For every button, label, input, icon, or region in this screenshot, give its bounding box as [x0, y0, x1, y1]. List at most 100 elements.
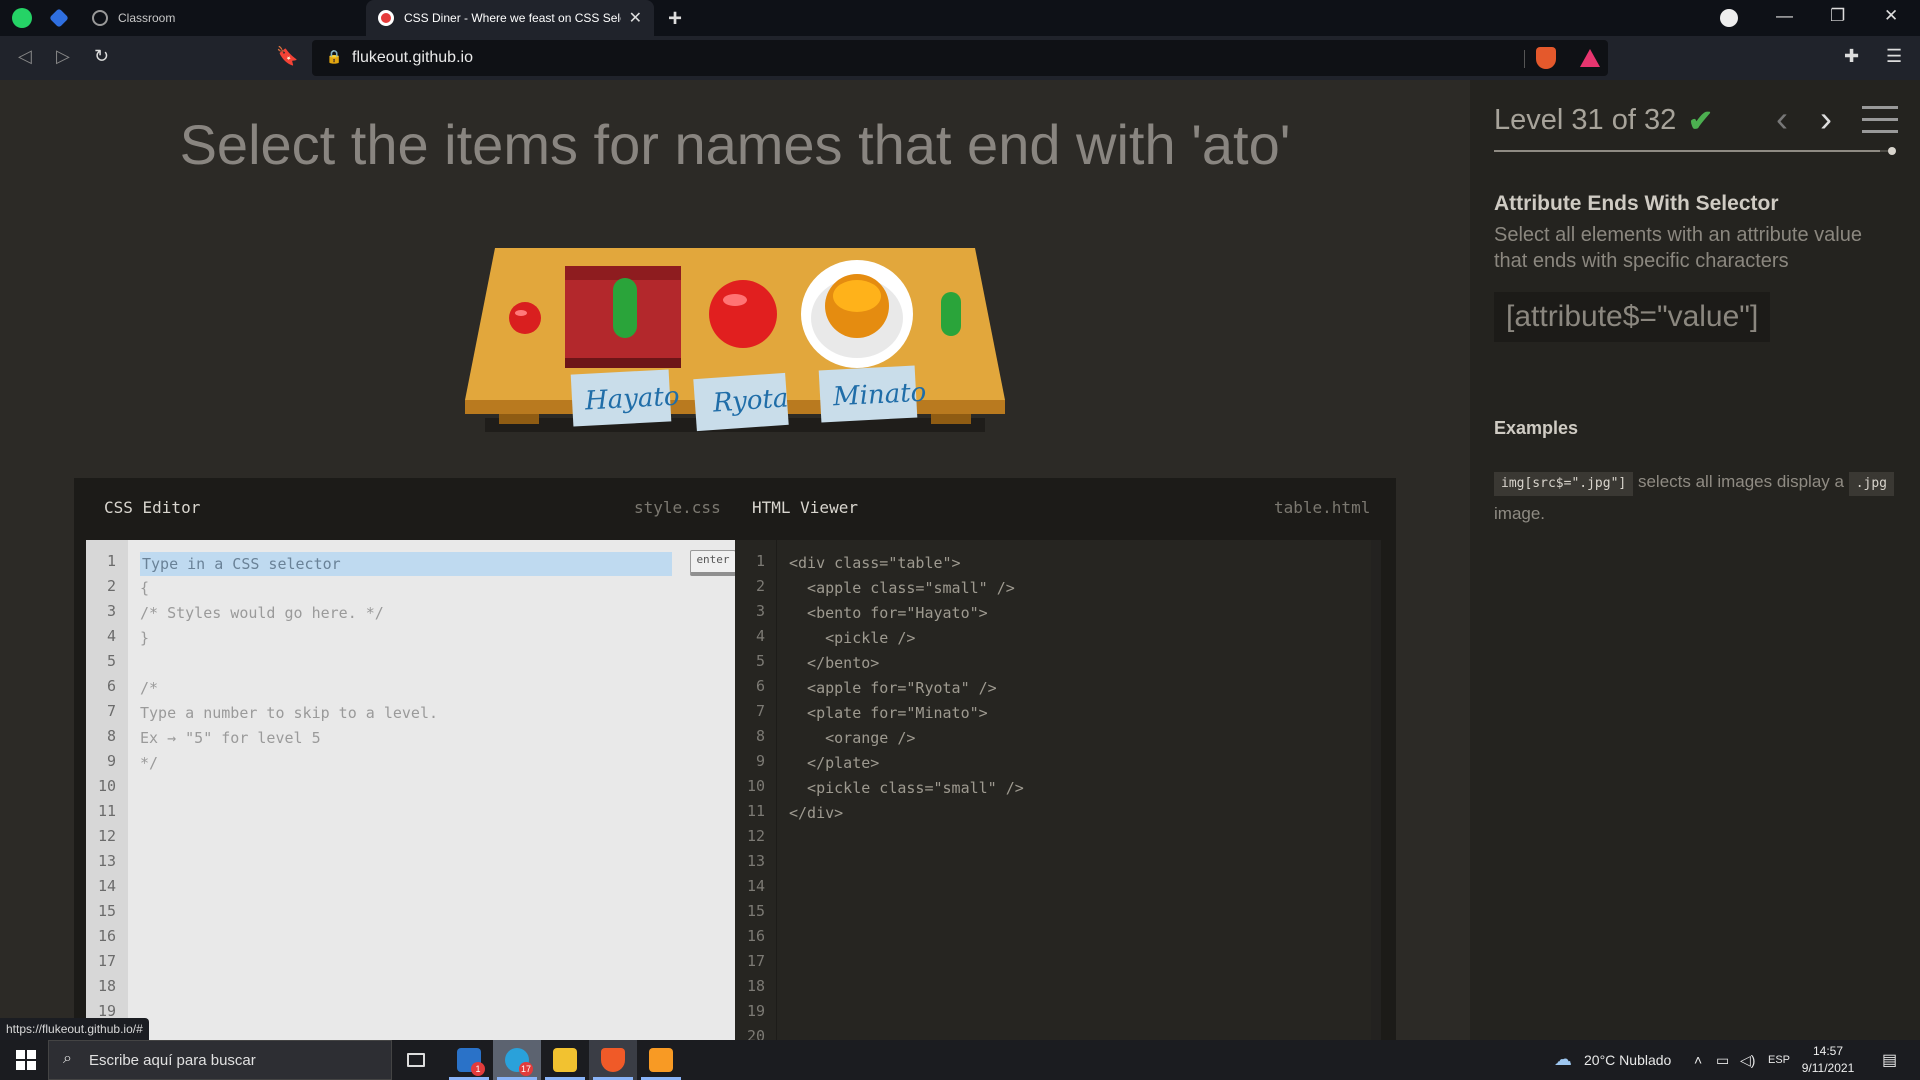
next-level-button[interactable]: ›	[1820, 98, 1832, 140]
folder-icon	[553, 1048, 577, 1072]
weather-text[interactable]: 20°C Nublado	[1584, 1052, 1671, 1068]
back-button[interactable]: ◁	[18, 46, 32, 67]
address-bar[interactable]: 🔒 flukeout.github.io	[312, 40, 1608, 76]
task-view-button[interactable]	[392, 1040, 440, 1080]
browser-tab-bar: Classroom CSS Diner - Where we feast on …	[0, 0, 1920, 36]
css-line-number: 9	[106, 752, 116, 770]
css-line-number: 5	[106, 652, 116, 670]
new-tab-button[interactable]: +	[668, 5, 682, 33]
file-explorer-app[interactable]	[541, 1040, 589, 1080]
reload-button[interactable]: ↻	[94, 46, 109, 67]
html-line-number: 6	[755, 677, 765, 695]
restore-button[interactable]: ❐	[1830, 6, 1845, 26]
css-selector-input[interactable]	[140, 552, 672, 576]
html-code-line[interactable]: <apple class="small" />	[789, 579, 1015, 597]
forward-button[interactable]: ▷	[56, 46, 70, 67]
table-leg-right	[931, 414, 971, 424]
task-view-icon	[407, 1053, 425, 1067]
examples-heading: Examples	[1494, 418, 1579, 438]
order-instruction: Select the items for names that end with…	[179, 113, 1291, 176]
css-line-number: 6	[106, 677, 116, 695]
html-viewer-scrollbar[interactable]	[1371, 540, 1381, 1040]
css-line-number: 16	[97, 927, 116, 945]
html-code-line[interactable]: </div>	[789, 804, 843, 822]
pinned-tab-icon[interactable]	[49, 8, 69, 28]
telegram-app[interactable]: 17	[493, 1040, 541, 1080]
previous-level-button[interactable]: ‹	[1776, 98, 1788, 140]
apple-highlight	[723, 294, 747, 306]
html-code-line[interactable]: </bento>	[789, 654, 879, 672]
tab-css-diner[interactable]: CSS Diner - Where we feast on CSS Select…	[366, 0, 654, 36]
example-item: img[src$=".jpg"] selects all images disp…	[1494, 466, 1894, 530]
css-line-number: 12	[97, 827, 116, 845]
css-line-number: 10	[97, 777, 116, 795]
clock-date: 9/11/2021	[1801, 1061, 1855, 1075]
css-line-number: 11	[97, 802, 116, 820]
level-sidebar: Level 31 of 32 ✔ ‹ › Attribute Ends With…	[1470, 80, 1920, 1040]
html-code-line[interactable]: <div class="table">	[789, 554, 961, 572]
windows-start-button[interactable]	[16, 1050, 36, 1070]
example-text: selects all images display a	[1637, 472, 1844, 491]
html-code-line[interactable]: <pickle class="small" />	[789, 779, 1024, 797]
browser-nav-bar: ◁ ▷ ↻ 🔖 🔒 flukeout.github.io ✚ ☰	[0, 36, 1920, 80]
battery-icon[interactable]: ▭	[1716, 1052, 1729, 1069]
whatsapp-pinned-tab[interactable]	[12, 8, 32, 28]
browser-menu-icon[interactable]: ☰	[1886, 46, 1902, 67]
html-viewer: 1 2 3 4 5 6 7 8 9 10 11 12 13 14 15 16 17 18 19 20 <div cla…	[735, 540, 1381, 1040]
html-line-number: 4	[755, 627, 765, 645]
divider	[1524, 50, 1525, 68]
css-line-number: 1	[106, 552, 116, 570]
html-code-line[interactable]: <bento for="Hayato">	[789, 604, 988, 622]
notifications-icon[interactable]: ▤	[1882, 1050, 1897, 1070]
small-apple	[509, 302, 541, 334]
enter-button[interactable]: enter	[690, 550, 735, 576]
brave-rewards-icon[interactable]	[1580, 49, 1600, 67]
html-code-line[interactable]: <orange />	[789, 729, 915, 747]
level-menu-button[interactable]	[1862, 106, 1898, 134]
editor-panel: CSS Editor style.css HTML Viewer table.h…	[74, 478, 1396, 1040]
html-code-line[interactable]: <apple for="Ryota" />	[789, 679, 997, 697]
brave-browser-app[interactable]	[589, 1040, 637, 1080]
taskbar-search[interactable]: ⌕ Escribe aquí para buscar	[48, 1040, 392, 1080]
windows-taskbar: ⌕ Escribe aquí para buscar 1 17 ☁ 20°C N…	[0, 1040, 1920, 1080]
chevron-up-icon[interactable]: ˄	[1694, 1052, 1702, 1068]
language-indicator[interactable]: ESP	[1768, 1054, 1790, 1066]
css-line-number: 18	[97, 977, 116, 995]
brave-shields-icon[interactable]	[1536, 47, 1556, 69]
css-line-number: 8	[106, 727, 116, 745]
html-line-number: 20	[746, 1027, 765, 1040]
minimize-button[interactable]: —	[1776, 6, 1793, 26]
volume-icon[interactable]: ◁)	[1740, 1052, 1755, 1069]
html-line-number: 8	[755, 727, 765, 745]
html-line-number: 15	[746, 902, 765, 920]
mail-app[interactable]: 1	[445, 1040, 493, 1080]
extensions-icon[interactable]: ✚	[1844, 46, 1859, 67]
html-file-name: table.html	[1274, 498, 1371, 517]
name-tag-hayato: Hayato	[584, 381, 681, 417]
sublime-text-app[interactable]	[637, 1040, 685, 1080]
html-code-line[interactable]: </plate>	[789, 754, 879, 772]
bento-base	[565, 358, 681, 368]
brave-icon	[601, 1048, 625, 1072]
windows-logo-pane	[27, 1050, 36, 1059]
game-area: Select the items for names that end with…	[0, 80, 1470, 1040]
pickle-in-bento	[613, 278, 637, 338]
apple-ryota	[709, 280, 777, 348]
url-text[interactable]: flukeout.github.io	[352, 49, 473, 67]
bookmark-icon[interactable]: 🔖	[276, 46, 298, 67]
menu-bar	[1862, 118, 1898, 121]
html-line-number: 17	[746, 952, 765, 970]
example-code: img[src$=".jpg"]	[1494, 472, 1634, 496]
system-clock[interactable]: 14:57 9/11/2021	[1788, 1043, 1868, 1077]
html-code-line[interactable]: <pickle />	[789, 629, 915, 647]
profile-menu-icon[interactable]	[1720, 9, 1738, 27]
menu-bar	[1862, 130, 1898, 133]
close-window-button[interactable]: ✕	[1884, 6, 1898, 26]
tab-classroom[interactable]: Classroom	[80, 0, 360, 36]
css-code-line: }	[140, 629, 150, 647]
link-status-bar: https://flukeout.github.io/#	[0, 1018, 149, 1040]
close-tab-icon[interactable]: ✕	[629, 8, 642, 28]
html-code-line[interactable]: <plate for="Minato">	[789, 704, 988, 722]
windows-logo-pane	[16, 1061, 25, 1070]
css-line-number: 17	[97, 952, 116, 970]
